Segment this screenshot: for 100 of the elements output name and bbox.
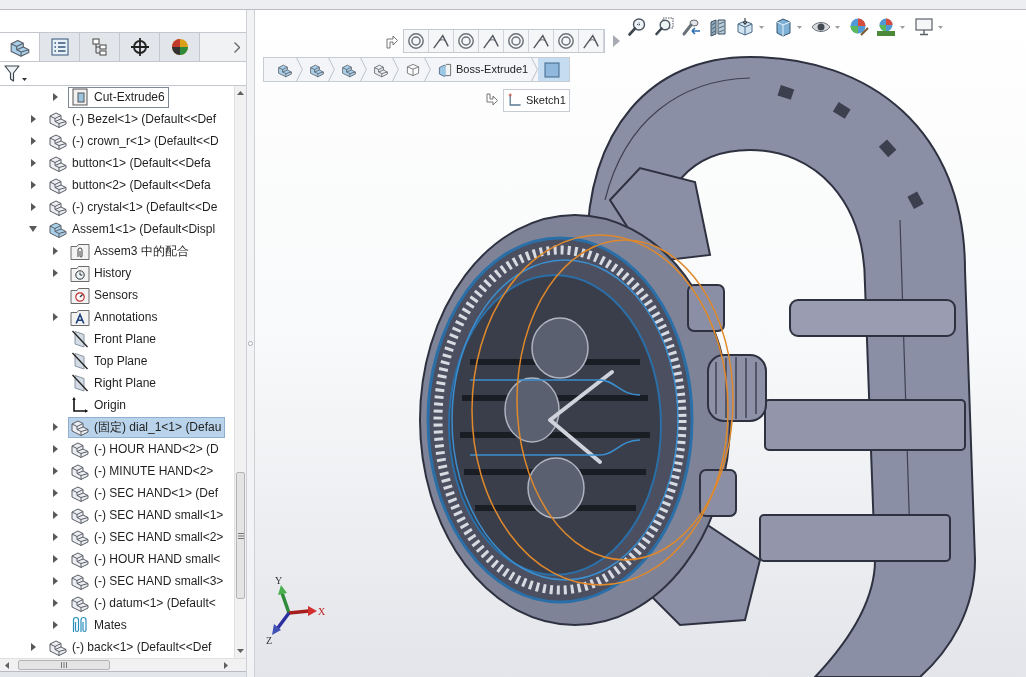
axis-label: Y bbox=[275, 575, 283, 586]
tree-item[interactable]: Right Plane bbox=[68, 372, 161, 394]
turn-arrow-icon[interactable] bbox=[385, 33, 399, 49]
expand-arrow-icon[interactable] bbox=[30, 159, 36, 167]
expand-arrow-icon[interactable] bbox=[52, 599, 58, 607]
expand-arrow-icon[interactable] bbox=[30, 137, 36, 145]
folder-clock-icon bbox=[70, 263, 90, 283]
grip-icon bbox=[61, 662, 67, 668]
caret-down-icon[interactable] bbox=[900, 25, 905, 29]
plane-icon bbox=[70, 351, 90, 371]
color-sphere-icon bbox=[169, 37, 190, 57]
color-sphere-icon[interactable] bbox=[875, 17, 897, 37]
tree-item[interactable]: Origin bbox=[68, 394, 130, 416]
tree-item[interactable]: (-) MINUTE HAND<2> bbox=[68, 460, 218, 482]
caret-down-icon[interactable] bbox=[938, 25, 943, 29]
chevron-icon bbox=[531, 58, 539, 81]
paperclip-icon bbox=[70, 615, 90, 635]
expand-arrow-icon[interactable] bbox=[52, 511, 58, 519]
plane-icon bbox=[70, 329, 90, 349]
magnifier-icon[interactable] bbox=[626, 17, 648, 37]
tree-item[interactable]: (固定) dial_1<1> (Defau bbox=[68, 416, 226, 438]
expand-arrow-icon[interactable] bbox=[52, 313, 58, 321]
tree-item[interactable]: (-) SEC HAND<1> (Def bbox=[68, 482, 223, 504]
tree-item[interactable]: button<1> (Default<<Defa bbox=[46, 152, 215, 174]
tree-item[interactable]: Front Plane bbox=[68, 328, 161, 350]
tree-item[interactable]: Mates bbox=[68, 614, 131, 636]
color-sphere-icon[interactable] bbox=[848, 17, 870, 37]
chevron-right-icon[interactable] bbox=[234, 41, 240, 53]
concentric-circles-icon bbox=[507, 32, 525, 50]
expand-arrow-icon[interactable] bbox=[52, 555, 58, 563]
scrollbar-thumb[interactable] bbox=[236, 472, 245, 599]
breadcrumb-item[interactable]: Boss-Extrude1 bbox=[431, 58, 539, 81]
scroll-right-icon[interactable] bbox=[224, 661, 228, 669]
tree-item[interactable]: Top Plane bbox=[68, 350, 152, 372]
axis-label: X bbox=[318, 606, 326, 617]
strap-hole bbox=[777, 85, 795, 100]
panel-tab[interactable] bbox=[0, 33, 40, 61]
tree-item[interactable]: Assem1<1> (Default<Displ bbox=[46, 218, 220, 240]
tree-item[interactable]: button<2> (Default<<Defa bbox=[46, 174, 215, 196]
axis-label: Z bbox=[266, 635, 273, 645]
cube-arrow-icon[interactable] bbox=[734, 17, 756, 37]
strap-hole bbox=[907, 191, 924, 209]
expand-arrow-icon[interactable] bbox=[52, 423, 58, 431]
tree-item[interactable]: (-) datum<1> (Default< bbox=[68, 592, 220, 614]
hatched-cube-icon[interactable] bbox=[707, 17, 729, 37]
expand-arrow-icon[interactable] bbox=[52, 621, 58, 629]
angle-icon bbox=[432, 32, 450, 50]
expand-arrow-icon[interactable] bbox=[52, 445, 58, 453]
filter-button[interactable] bbox=[4, 64, 27, 83]
expand-arrow-icon[interactable] bbox=[30, 643, 36, 651]
tree-item[interactable]: Sensors bbox=[68, 284, 143, 306]
collapse-arrow-icon[interactable] bbox=[29, 226, 37, 232]
scroll-up-icon[interactable] bbox=[237, 91, 244, 95]
caret-down-icon[interactable] bbox=[759, 25, 764, 29]
expand-arrow-icon[interactable] bbox=[30, 181, 36, 189]
expand-arrow-icon[interactable] bbox=[52, 467, 58, 475]
scroll-down-icon[interactable] bbox=[237, 649, 244, 653]
tree-item[interactable]: Annotations bbox=[68, 306, 162, 328]
monitor-icon[interactable] bbox=[913, 17, 935, 37]
tree-item[interactable]: Cut-Extrude6 bbox=[68, 86, 169, 108]
tree-item[interactable]: (-) back<1> (Default<<Def bbox=[46, 636, 216, 658]
magnifier-arrow-icon[interactable] bbox=[680, 17, 702, 37]
concentric-circles-icon bbox=[457, 32, 475, 50]
tree-item[interactable]: (-) crystal<1> (Default<<De bbox=[46, 196, 222, 218]
tree-item[interactable]: (-) SEC HAND small<2> bbox=[68, 526, 228, 548]
angle-icon bbox=[482, 32, 500, 50]
scroll-left-icon[interactable] bbox=[5, 661, 9, 669]
tree-item[interactable]: (-) SEC HAND small<3> bbox=[68, 570, 228, 592]
tree-item[interactable]: (-) crown_r<1> (Default<<D bbox=[46, 130, 223, 152]
folder-gauge-icon bbox=[70, 285, 90, 305]
panel-tab[interactable] bbox=[120, 33, 160, 61]
caret-down-icon[interactable] bbox=[797, 25, 802, 29]
tree-item[interactable]: History bbox=[68, 262, 136, 284]
expand-arrow-icon[interactable] bbox=[52, 247, 58, 255]
framed-block-icon bbox=[70, 87, 90, 107]
sketch-corner-icon bbox=[507, 92, 523, 109]
magnifier-icon[interactable] bbox=[653, 17, 675, 37]
expand-arrow-icon[interactable] bbox=[52, 533, 58, 541]
chevron-icon bbox=[296, 58, 303, 81]
tree-item[interactable]: (-) HOUR HAND small< bbox=[68, 548, 225, 570]
expand-arrow-icon[interactable] bbox=[30, 115, 36, 123]
expand-arrow-icon[interactable] bbox=[30, 203, 36, 211]
grip-icon bbox=[237, 532, 244, 539]
tree-item[interactable]: (-) HOUR HAND<2> (D bbox=[68, 438, 223, 460]
chevron-icon bbox=[392, 58, 399, 81]
filter-icon bbox=[4, 64, 20, 83]
cube-icon bbox=[405, 61, 421, 78]
splitter-handle-icon bbox=[248, 341, 253, 346]
tree-item[interactable]: (-) SEC HAND small<1> bbox=[68, 504, 228, 526]
caret-down-icon[interactable] bbox=[835, 25, 840, 29]
chevron-icon bbox=[424, 58, 431, 81]
panel-tab[interactable] bbox=[160, 33, 200, 61]
tree-item[interactable]: Assem3 中的配合 bbox=[68, 240, 193, 262]
tree-item[interactable]: (-) Bezel<1> (Default<<Def bbox=[46, 108, 221, 130]
expand-arrow-icon[interactable] bbox=[52, 577, 58, 585]
expand-arrow-icon[interactable] bbox=[52, 93, 58, 101]
expand-arrow-icon[interactable] bbox=[52, 269, 58, 277]
scrollbar-thumb[interactable] bbox=[18, 660, 110, 670]
sketch-breadcrumb[interactable]: Sketch1 bbox=[503, 89, 570, 112]
expand-arrow-icon[interactable] bbox=[52, 489, 58, 497]
